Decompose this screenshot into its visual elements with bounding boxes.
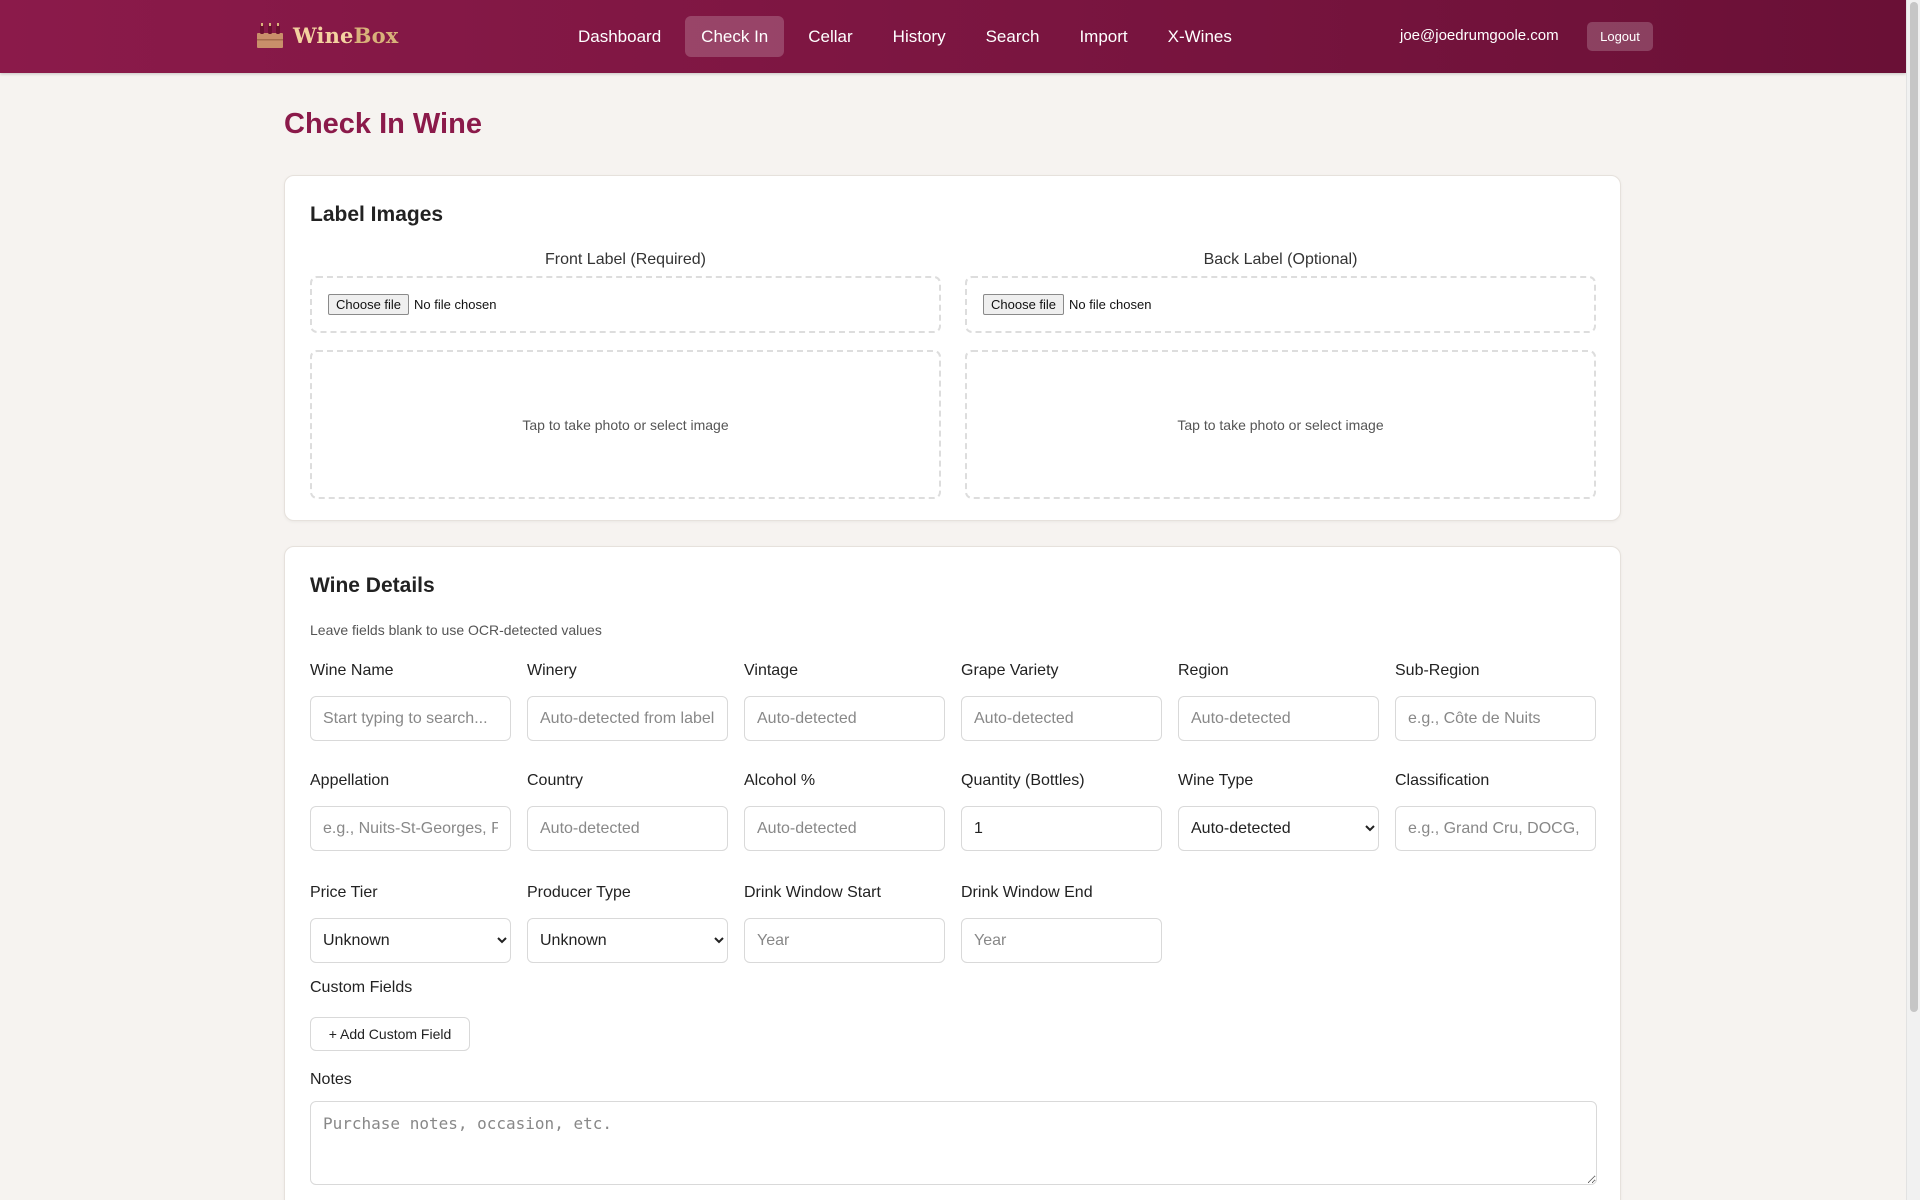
producer-type-label: Producer Type	[527, 884, 631, 901]
wine-details-title: Wine Details	[310, 574, 435, 597]
winery-label: Winery	[527, 662, 577, 679]
nav-import[interactable]: Import	[1063, 16, 1143, 57]
wine-type-label: Wine Type	[1178, 772, 1254, 789]
classification-input[interactable]	[1395, 806, 1596, 851]
back-label-heading: Back Label (Optional)	[1203, 251, 1358, 268]
sub-region-field: Sub-Region	[1395, 661, 1596, 741]
logout-button[interactable]: Logout	[1587, 22, 1653, 51]
vintage-label: Vintage	[744, 662, 798, 679]
appellation-label: Appellation	[310, 772, 390, 789]
producer-type-field: Producer Type Unknown	[527, 883, 728, 963]
notes-textarea[interactable]	[310, 1101, 1597, 1185]
nav-dashboard[interactable]: Dashboard	[562, 16, 677, 57]
user-email: joe@joedrumgoole.com	[1400, 27, 1559, 44]
classification-label: Classification	[1395, 772, 1490, 789]
front-file-input[interactable]: Choose file No file chosen	[310, 276, 941, 333]
grape-variety-input[interactable]	[961, 696, 1162, 741]
region-input[interactable]	[1178, 696, 1379, 741]
classification-field: Classification	[1395, 771, 1596, 851]
country-input[interactable]	[527, 806, 728, 851]
nav-x-wines[interactable]: X-Wines	[1152, 16, 1248, 57]
alcohol-label: Alcohol %	[744, 772, 816, 789]
nav-cellar[interactable]: Cellar	[792, 16, 868, 57]
country-field: Country	[527, 771, 728, 851]
quantity-field: Quantity (Bottles)	[961, 771, 1162, 851]
price-tier-label: Price Tier	[310, 884, 378, 901]
grape-variety-label: Grape Variety	[961, 662, 1059, 679]
scrollbar-thumb[interactable]	[1910, 2, 1918, 1012]
drink-window-start-label: Drink Window Start	[744, 884, 881, 901]
drink-window-end-input[interactable]	[961, 918, 1162, 963]
front-choose-file-button[interactable]: Choose file	[328, 294, 410, 315]
label-images-title: Label Images	[310, 203, 444, 226]
notes-label: Notes	[310, 1071, 352, 1088]
ocr-hint: Leave fields blank to use OCR-detected v…	[310, 622, 602, 638]
nav-history[interactable]: History	[877, 16, 962, 57]
wine-name-input[interactable]	[310, 696, 511, 741]
custom-fields-label: Custom Fields	[310, 979, 413, 996]
nav-search[interactable]: Search	[970, 16, 1056, 57]
quantity-label: Quantity (Bottles)	[961, 772, 1085, 789]
winery-field: Winery	[527, 661, 728, 741]
nav-check-in[interactable]: Check In	[685, 16, 785, 57]
quantity-input[interactable]	[961, 806, 1162, 851]
appellation-input[interactable]	[310, 806, 511, 851]
price-tier-select[interactable]: Unknown	[310, 918, 511, 963]
brand-name: WineBox	[293, 22, 399, 48]
vintage-field: Vintage	[744, 661, 945, 741]
region-label: Region	[1178, 662, 1229, 679]
sub-region-input[interactable]	[1395, 696, 1596, 741]
wine-type-select[interactable]: Auto-detected	[1178, 806, 1379, 851]
price-tier-field: Price Tier Unknown	[310, 883, 511, 963]
appellation-field: Appellation	[310, 771, 511, 851]
producer-type-select[interactable]: Unknown	[527, 918, 728, 963]
wine-type-field: Wine Type Auto-detected	[1178, 771, 1379, 851]
wine-rack-icon	[257, 23, 283, 48]
winery-input[interactable]	[527, 696, 728, 741]
front-photo-prompt: Tap to take photo or select image	[522, 416, 729, 433]
drink-window-start-field: Drink Window Start	[744, 883, 945, 963]
wine-name-field: Wine Name	[310, 661, 511, 741]
back-photo-dropzone[interactable]: Tap to take photo or select image	[965, 350, 1596, 499]
brand-logo[interactable]: WineBox	[255, 20, 399, 50]
label-images-card: Label Images Front Label (Required) Choo…	[284, 175, 1621, 521]
front-label-heading: Front Label (Required)	[545, 251, 706, 268]
vintage-input[interactable]	[744, 696, 945, 741]
front-file-status: No file chosen	[414, 297, 497, 312]
wine-name-label: Wine Name	[310, 662, 394, 679]
add-custom-field-button[interactable]: + Add Custom Field	[310, 1017, 470, 1051]
drink-window-end-label: Drink Window End	[961, 884, 1093, 901]
back-file-status: No file chosen	[1069, 297, 1152, 312]
front-photo-dropzone[interactable]: Tap to take photo or select image	[310, 350, 941, 499]
alcohol-input[interactable]	[744, 806, 945, 851]
drink-window-end-field: Drink Window End	[961, 883, 1162, 963]
sub-region-label: Sub-Region	[1395, 662, 1480, 679]
back-photo-prompt: Tap to take photo or select image	[1177, 416, 1384, 433]
grape-variety-field: Grape Variety	[961, 661, 1162, 741]
back-label-upload: Back Label (Optional) Choose file No fil…	[965, 250, 1596, 499]
alcohol-field: Alcohol %	[744, 771, 945, 851]
top-navigation-bar: WineBox Dashboard Check In Cellar Histor…	[0, 0, 1906, 73]
drink-window-start-input[interactable]	[744, 918, 945, 963]
back-choose-file-button[interactable]: Choose file	[983, 294, 1065, 315]
back-file-input[interactable]: Choose file No file chosen	[965, 276, 1596, 333]
page-scrollbar[interactable]	[1906, 0, 1920, 1200]
country-label: Country	[527, 772, 584, 789]
wine-details-card: Wine Details Leave fields blank to use O…	[284, 546, 1621, 1200]
front-label-upload: Front Label (Required) Choose file No fi…	[310, 250, 941, 499]
page-title: Check In Wine	[284, 108, 482, 140]
region-field: Region	[1178, 661, 1379, 741]
nav-links: Dashboard Check In Cellar History Search…	[562, 16, 1256, 57]
